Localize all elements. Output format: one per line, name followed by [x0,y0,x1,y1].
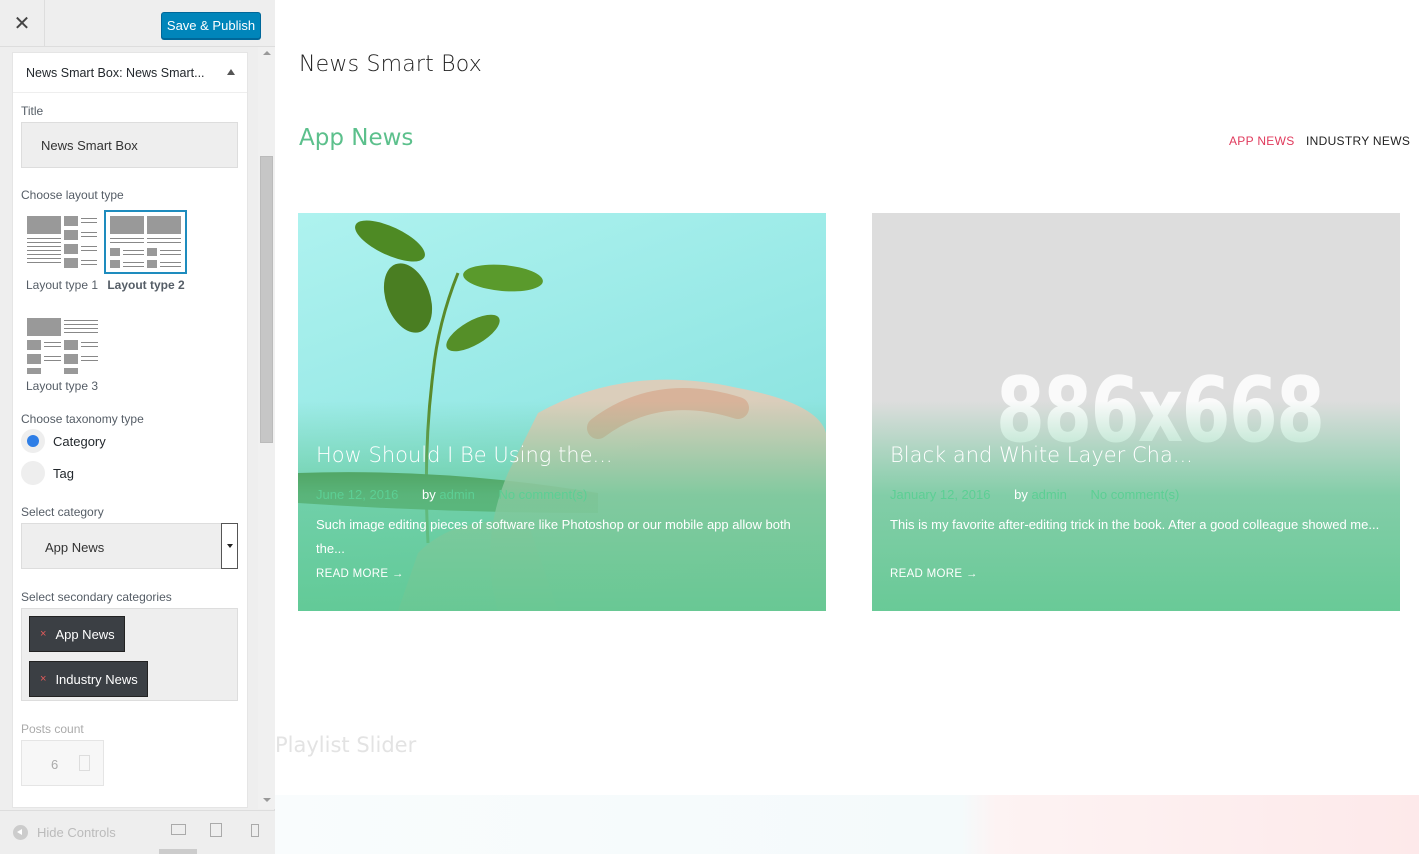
chip-app-news[interactable]: × App News [29,616,125,652]
layout-type-1-option[interactable] [27,216,99,272]
chevron-down-icon[interactable] [221,523,238,569]
posts-count-input[interactable]: 6 [21,740,104,786]
layout-type-1-label: Layout type 1 [25,278,99,292]
card-date: June 12, 2016 [316,487,399,502]
layout-type-2-label: Layout type 2 [107,278,185,292]
tag-radio[interactable] [21,461,45,485]
news-card[interactable]: 886x668 Black and White Layer Cha... Jan… [872,213,1400,611]
secondary-categories-label: Select secondary categories [21,590,172,604]
category-radio-label: Category [53,434,106,449]
desktop-preview-icon[interactable] [171,824,186,835]
secondary-categories-field[interactable]: × App News × Industry News [21,608,238,701]
chip-industry-news[interactable]: × Industry News [29,661,148,697]
spinner-icon[interactable] [79,755,90,771]
widget-header-title: News Smart... [126,66,205,80]
layout-type-label: Choose layout type [21,188,124,202]
tablet-preview-icon[interactable] [210,823,222,837]
customizer-footer: Hide Controls [0,810,275,854]
read-more-label: READ MORE [316,568,389,580]
scroll-up-icon[interactable] [263,51,271,55]
section-title: App News [299,125,414,151]
widget-header[interactable]: News Smart Box: News Smart... [13,53,247,93]
playlist-slider-strip [275,795,1419,854]
card-title[interactable]: How Should I Be Using the... [316,443,613,467]
title-input[interactable]: News Smart Box [21,122,238,168]
title-label: Title [21,104,44,118]
card-author[interactable]: admin [1031,487,1066,502]
card-excerpt: This is my favorite after-editing trick … [890,517,1380,532]
arrow-right-icon: → [391,568,404,580]
hide-controls-button[interactable]: Hide Controls [13,825,116,840]
card-comments[interactable]: No comment(s) [498,487,587,502]
save-publish-button[interactable]: Save & Publish [161,12,261,39]
chip-label: App News [55,626,115,642]
select-category-label: Select category [21,505,104,519]
tab-industry-news[interactable]: INDUSTRY NEWS [1306,134,1410,148]
remove-x-icon[interactable]: × [40,673,46,685]
posts-count-label: Posts count [21,722,84,736]
card-author[interactable]: admin [439,487,474,502]
tag-radio-label: Tag [53,466,74,481]
widget-panel: News Smart Box: News Smart... Title News… [12,52,248,808]
customizer-sidebar: ✕ Save & Publish News Smart Box: News Sm… [0,0,275,854]
read-more-link[interactable]: READ MORE → [316,568,404,580]
active-device-indicator [159,849,197,854]
card-meta: June 12, 2016 by admin No comment(s) [316,487,587,502]
collapse-arrow-icon[interactable] [227,69,235,75]
scroll-down-icon[interactable] [263,798,271,802]
widget-title: News Smart Box [299,52,482,77]
site-preview: News Smart Box App News APP NEWS INDUSTR… [275,0,1419,854]
card-title[interactable]: Black and White Layer Cha... [890,443,1193,467]
next-section-title: Playlist Slider [275,733,417,757]
card-date: January 12, 2016 [890,487,991,502]
card-by: by [422,487,436,502]
customizer-topbar: ✕ Save & Publish [0,0,275,47]
layout-type-2-option[interactable] [110,216,182,272]
card-meta: January 12, 2016 by admin No comment(s) [890,487,1179,502]
read-more-link[interactable]: READ MORE → [890,568,978,580]
category-radio[interactable] [21,429,45,453]
category-select[interactable]: App News [21,523,238,569]
layout-type-3-label: Layout type 3 [25,379,99,393]
posts-count-value: 6 [51,757,59,772]
scrollbar-thumb[interactable] [260,156,273,443]
collapse-circle-icon [13,825,28,840]
widget-header-prefix: News Smart Box: [26,66,123,80]
chip-label: Industry News [55,671,138,687]
layout-type-3-option[interactable] [27,318,99,374]
remove-x-icon[interactable]: × [40,628,46,640]
card-by: by [1014,487,1028,502]
close-icon[interactable]: ✕ [0,0,45,47]
read-more-label: READ MORE [890,568,963,580]
arrow-right-icon: → [965,568,978,580]
hide-controls-label: Hide Controls [37,825,116,840]
news-card[interactable]: How Should I Be Using the... June 12, 20… [298,213,826,611]
taxonomy-type-label: Choose taxonomy type [21,412,144,426]
mobile-preview-icon[interactable] [251,824,259,837]
card-comments[interactable]: No comment(s) [1091,487,1180,502]
category-select-value: App News [45,540,105,555]
card-excerpt: Such image editing pieces of software li… [316,517,791,556]
tab-app-news[interactable]: APP NEWS [1229,134,1295,148]
